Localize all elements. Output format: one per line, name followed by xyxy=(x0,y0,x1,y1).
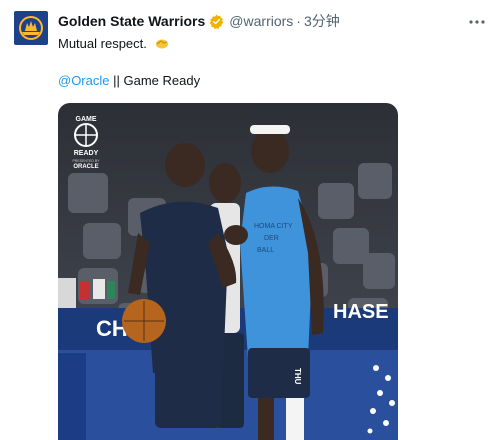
tweet-text-line1: Mutual respect. xyxy=(58,36,168,51)
tweet-text-rest: || Game Ready xyxy=(109,73,201,88)
account-name[interactable]: Golden State Warriors xyxy=(58,13,205,29)
mention-link[interactable]: @Oracle xyxy=(58,73,110,88)
badge-top-text: GAME xyxy=(76,116,97,123)
tweet-media-image[interactable]: GAME READY PRESENTED BY ORACLE CHA HASE xyxy=(58,103,398,440)
shirt-line3: BALL xyxy=(257,247,274,254)
warriors-logo-icon xyxy=(19,16,43,40)
handshake-emoji-icon xyxy=(155,37,168,50)
shirt-line2: DER xyxy=(264,235,279,242)
tweet-time[interactable]: 3分钟 xyxy=(304,11,340,31)
more-icon[interactable] xyxy=(468,12,486,29)
badge-bottom-text: READY xyxy=(74,150,99,157)
shirt-line1: HOMA CITY xyxy=(254,223,293,230)
tweet-text: Mutual respect. xyxy=(58,36,147,51)
banner-right-text: HASE xyxy=(333,301,389,323)
separator-dot: · xyxy=(296,13,301,29)
verified-badge-icon xyxy=(209,14,224,29)
shorts-text: THU xyxy=(293,368,302,385)
badge-brand-text: ORACLE xyxy=(73,164,98,170)
tweet-text-line2: @Oracle || Game Ready xyxy=(58,73,200,88)
account-handle[interactable]: @warriors xyxy=(229,13,293,29)
badge-presented-text: PRESENTED BY xyxy=(72,159,100,163)
tweet-header: Golden State Warriors @warriors · 3分钟 xyxy=(58,12,340,30)
account-avatar[interactable] xyxy=(14,11,48,45)
handshake xyxy=(224,225,248,245)
